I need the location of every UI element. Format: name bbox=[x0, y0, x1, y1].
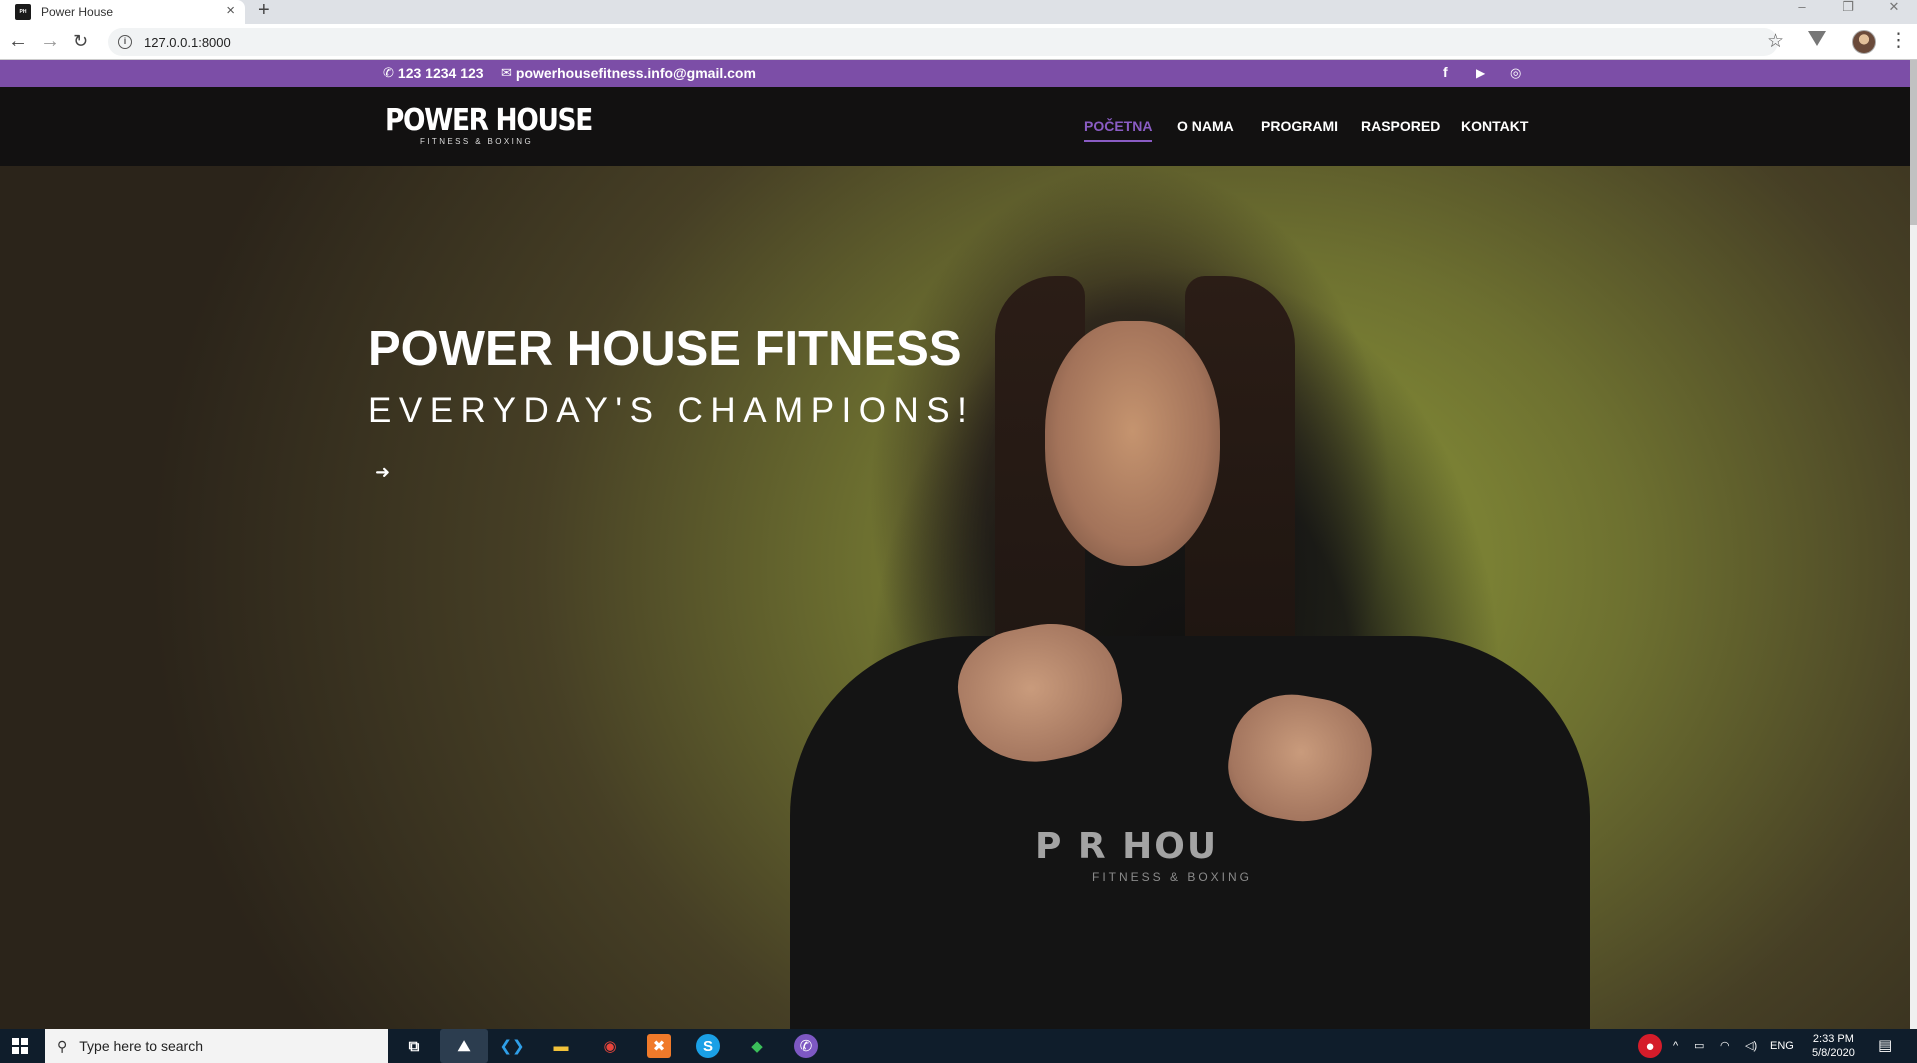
file-explorer-icon[interactable]: ▬ bbox=[549, 1034, 573, 1058]
bookmark-star-icon[interactable]: ☆ bbox=[1767, 30, 1784, 53]
photos-app-icon[interactable]: ⛰ bbox=[440, 1029, 488, 1063]
site-logo[interactable]: POWER HOUSE FITNESS & BOXING bbox=[385, 103, 620, 147]
restore-icon[interactable]: ❐ bbox=[1825, 0, 1871, 24]
site-info-icon[interactable]: i bbox=[118, 35, 132, 49]
taskbar-clock[interactable]: 2:33 PM 5/8/2020 bbox=[1812, 1032, 1855, 1060]
url-text: 127.0.0.1:8000 bbox=[144, 34, 231, 50]
browser-tab[interactable]: PH Power House × bbox=[0, 0, 245, 24]
hero-photo-face bbox=[1045, 321, 1220, 566]
wifi-icon[interactable]: ◠ bbox=[1720, 1029, 1730, 1063]
site-favicon-icon: PH bbox=[15, 4, 31, 20]
contact-topbar: ✆ 123 1234 123 ✉ powerhousefitness.info@… bbox=[0, 60, 1917, 87]
chevron-up-icon[interactable]: ^ bbox=[1673, 1029, 1678, 1063]
logo-title: POWER HOUSE bbox=[385, 103, 593, 138]
logo-subtitle: FITNESS & BOXING bbox=[420, 137, 534, 146]
address-bar[interactable]: i 127.0.0.1:8000 bbox=[108, 28, 1778, 56]
email-address: powerhousefitness.info@gmail.com bbox=[515, 65, 756, 81]
task-view-icon[interactable]: ⧉ bbox=[402, 1034, 426, 1058]
tab-title: Power House bbox=[41, 5, 114, 19]
shirt-print-subtitle: FITNESS & BOXING bbox=[1092, 870, 1253, 884]
new-tab-icon[interactable]: + bbox=[258, 0, 270, 22]
instagram-icon[interactable]: ◎ bbox=[1510, 65, 1521, 81]
shirt-print-logo: P R HOU bbox=[1035, 826, 1219, 867]
clock-time: 2:33 PM bbox=[1812, 1033, 1854, 1045]
hero-subtitle: EVERYDAY'S CHAMPIONS! bbox=[368, 391, 975, 430]
page-scrollbar[interactable] bbox=[1910, 60, 1917, 1029]
extension-icon[interactable] bbox=[1808, 31, 1826, 46]
youtube-icon[interactable]: ▶ bbox=[1476, 66, 1485, 80]
viber-icon[interactable]: ✆ bbox=[794, 1034, 818, 1058]
browser-toolbar: ← → ↻ i 127.0.0.1:8000 ☆ ⋮ bbox=[0, 24, 1917, 60]
hero-title: POWER HOUSE FITNESS bbox=[368, 322, 962, 376]
reload-icon[interactable]: ↻ bbox=[73, 29, 88, 53]
forward-icon[interactable]: → bbox=[40, 29, 60, 53]
vscode-icon[interactable]: ❮❯ bbox=[499, 1034, 524, 1058]
envelope-icon: ✉ bbox=[501, 65, 512, 80]
arrow-right-icon[interactable]: ➜ bbox=[375, 462, 390, 483]
web-page: ✆ 123 1234 123 ✉ powerhousefitness.info@… bbox=[0, 60, 1917, 1029]
scrollbar-thumb[interactable] bbox=[1910, 60, 1917, 225]
start-button[interactable] bbox=[0, 1029, 40, 1063]
browser-menu-icon[interactable]: ⋮ bbox=[1889, 29, 1908, 52]
phone-number: 123 1234 123 bbox=[397, 65, 484, 81]
search-icon: ⚲ bbox=[57, 1037, 68, 1054]
nav-item-o-nama[interactable]: O NAMA bbox=[1177, 118, 1234, 134]
minimize-icon[interactable]: – bbox=[1779, 0, 1825, 24]
battery-icon[interactable]: ▭ bbox=[1694, 1029, 1704, 1063]
phone-icon: ✆ bbox=[383, 65, 394, 80]
windows-taskbar: ⚲ Type here to search ⧉ ⛰ ❮❯ ▬ ◉ ✖ S ◆ ✆… bbox=[0, 1029, 1917, 1063]
main-navbar: POWER HOUSE FITNESS & BOXING POČETNA O N… bbox=[0, 87, 1917, 166]
skype-icon[interactable]: S bbox=[696, 1034, 720, 1058]
phone-contact[interactable]: ✆ 123 1234 123 bbox=[383, 65, 484, 81]
chrome-icon[interactable]: ◉ bbox=[598, 1034, 622, 1058]
profile-avatar[interactable] bbox=[1852, 30, 1876, 54]
nav-item-pocetna[interactable]: POČETNA bbox=[1084, 118, 1153, 142]
antivirus-tray-icon[interactable]: ● bbox=[1638, 1034, 1662, 1058]
browser-tabstrip: PH Power House × + – ❐ ✕ bbox=[0, 0, 1917, 24]
hero-section: P R HOU FITNESS & BOXING POWER HOUSE FIT… bbox=[0, 166, 1917, 1029]
close-tab-icon[interactable]: × bbox=[226, 2, 235, 19]
nav-item-raspored[interactable]: RASPORED bbox=[1361, 118, 1440, 134]
back-icon[interactable]: ← bbox=[8, 29, 28, 53]
nav-item-programi[interactable]: PROGRAMI bbox=[1261, 118, 1338, 134]
notification-center-icon[interactable]: ▤ bbox=[1878, 1029, 1892, 1063]
windows-logo-icon bbox=[12, 1038, 28, 1054]
xampp-icon[interactable]: ✖ bbox=[647, 1034, 671, 1058]
search-placeholder: Type here to search bbox=[79, 1038, 204, 1054]
clock-date: 5/8/2020 bbox=[1812, 1047, 1855, 1059]
taskbar-search-input[interactable]: ⚲ Type here to search bbox=[45, 1029, 388, 1063]
git-icon[interactable]: ◆ bbox=[745, 1034, 769, 1058]
language-indicator[interactable]: ENG bbox=[1770, 1029, 1794, 1063]
window-controls: – ❐ ✕ bbox=[1779, 0, 1917, 24]
nav-item-kontakt[interactable]: KONTAKT bbox=[1461, 118, 1528, 134]
email-contact[interactable]: ✉ powerhousefitness.info@gmail.com bbox=[501, 65, 756, 81]
facebook-icon[interactable]: f bbox=[1443, 64, 1448, 80]
close-window-icon[interactable]: ✕ bbox=[1871, 0, 1917, 24]
volume-icon[interactable]: ◁) bbox=[1745, 1029, 1757, 1063]
